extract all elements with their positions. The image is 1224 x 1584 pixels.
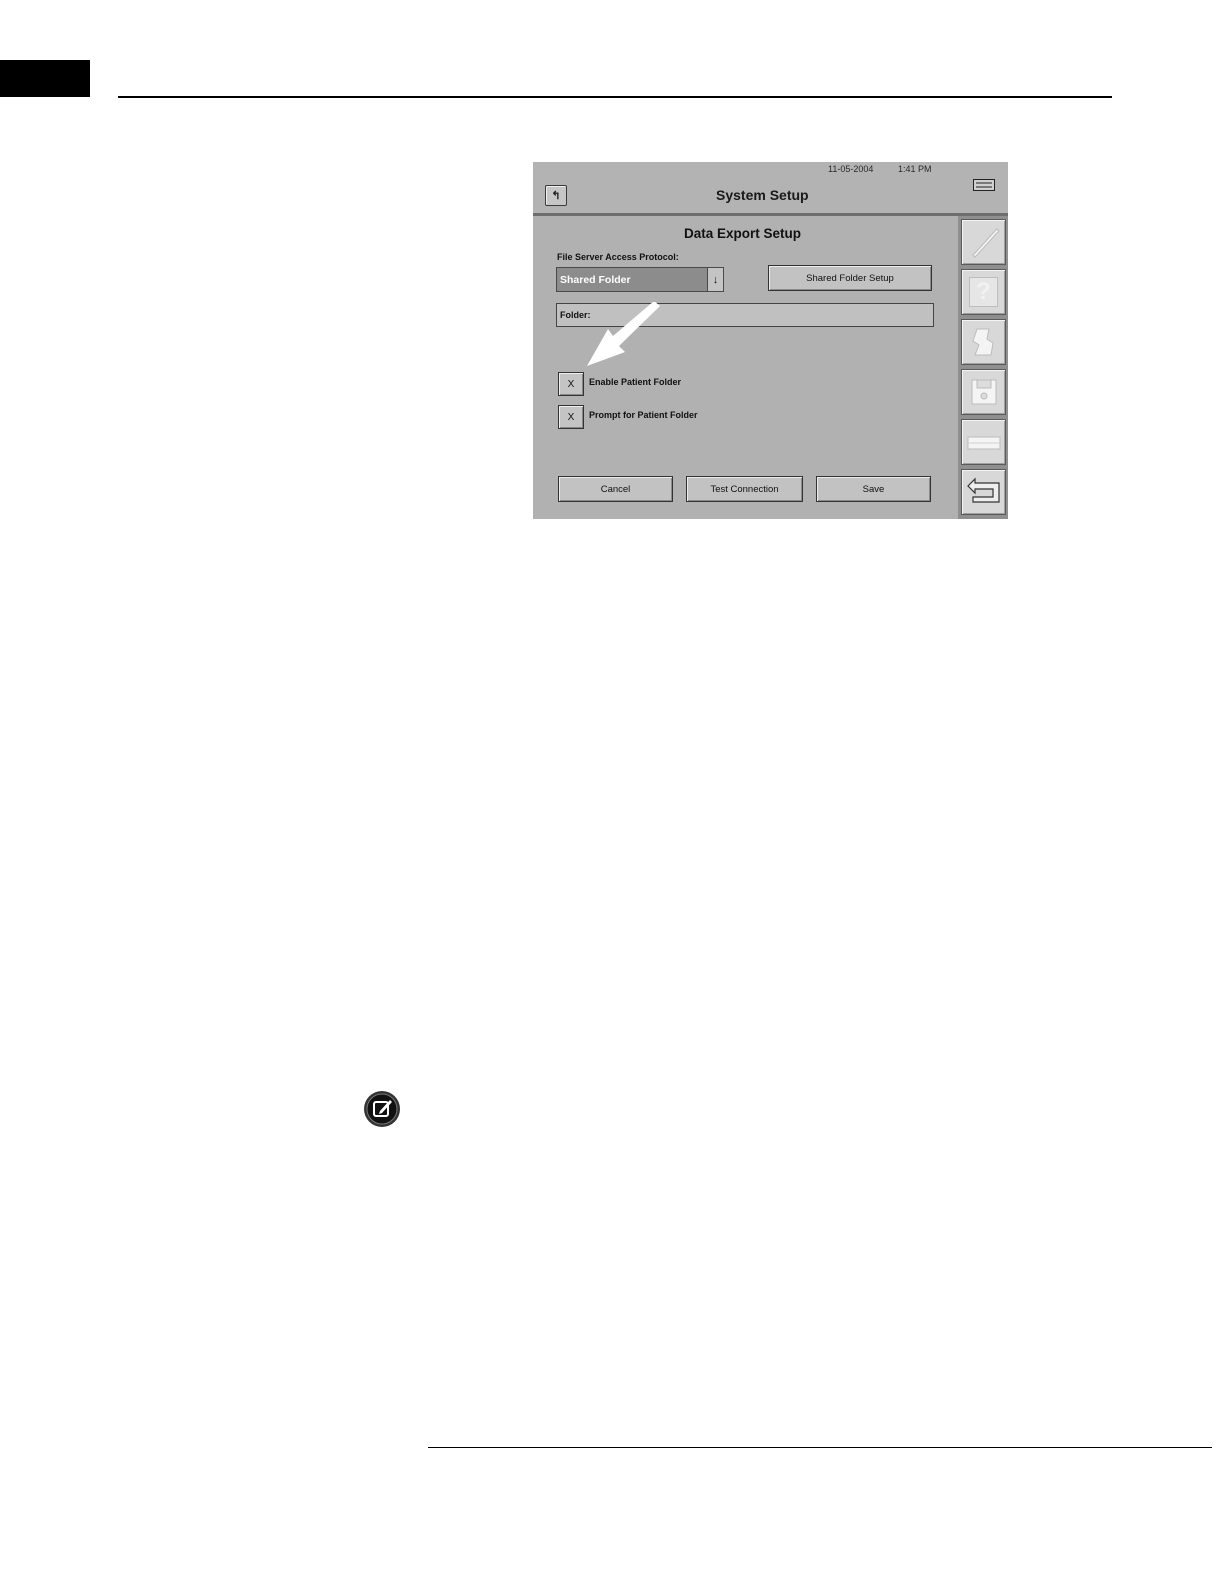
callout-arrow-icon — [587, 302, 660, 366]
panel-title: Data Export Setup — [684, 226, 802, 241]
back-arrow-icon: ↰ — [551, 190, 561, 202]
tray-icon — [967, 436, 1000, 450]
protocol-value: Shared Folder — [560, 274, 631, 286]
sidebar-help-button[interactable]: ? — [961, 269, 1006, 315]
protocol-select[interactable]: Shared Folder ↓ — [556, 267, 724, 292]
header-rule — [118, 96, 1112, 98]
prompt-patient-folder-label: Prompt for Patient Folder — [589, 410, 698, 420]
prompt-patient-folder-checkbox[interactable]: X — [558, 405, 584, 429]
time-display: 1:41 PM — [898, 164, 932, 174]
sidebar-pen-button[interactable] — [961, 219, 1006, 265]
system-setup-screen: 11-05-2004 1:41 PM ↰ System Setup Data E… — [533, 162, 1008, 519]
help-icon: ? — [969, 277, 998, 307]
sidebar-disk-button[interactable] — [961, 369, 1006, 415]
sidebar-return-button[interactable] — [961, 469, 1006, 515]
back-button[interactable]: ↰ — [545, 185, 567, 206]
return-arrow-icon — [966, 477, 1000, 503]
window-title: System Setup — [716, 187, 809, 203]
sidebar-print-button[interactable] — [961, 319, 1006, 365]
page-tab-marker — [0, 60, 90, 97]
save-disk-icon — [971, 379, 996, 405]
side-toolbar: ? — [958, 216, 1008, 519]
date-display: 11-05-2004 — [828, 164, 874, 174]
enable-patient-folder-label: Enable Patient Folder — [589, 377, 682, 387]
cancel-button[interactable]: Cancel — [558, 476, 673, 502]
pen-icon — [971, 228, 1000, 258]
title-separator — [533, 213, 1008, 216]
test-connection-button[interactable]: Test Connection — [686, 476, 803, 502]
dropdown-arrow-icon[interactable]: ↓ — [707, 268, 723, 291]
protocol-label: File Server Access Protocol: — [557, 252, 679, 262]
enable-patient-folder-checkbox[interactable]: X — [558, 372, 584, 396]
note-icon — [364, 1091, 400, 1127]
print-icon — [971, 328, 994, 356]
footer-rule — [428, 1447, 1212, 1448]
keyboard-icon[interactable] — [973, 179, 995, 191]
sidebar-tray-button[interactable] — [961, 419, 1006, 465]
save-button[interactable]: Save — [816, 476, 931, 502]
shared-folder-setup-button[interactable]: Shared Folder Setup — [768, 265, 932, 291]
title-bar: 11-05-2004 1:41 PM ↰ System Setup — [533, 162, 1008, 213]
